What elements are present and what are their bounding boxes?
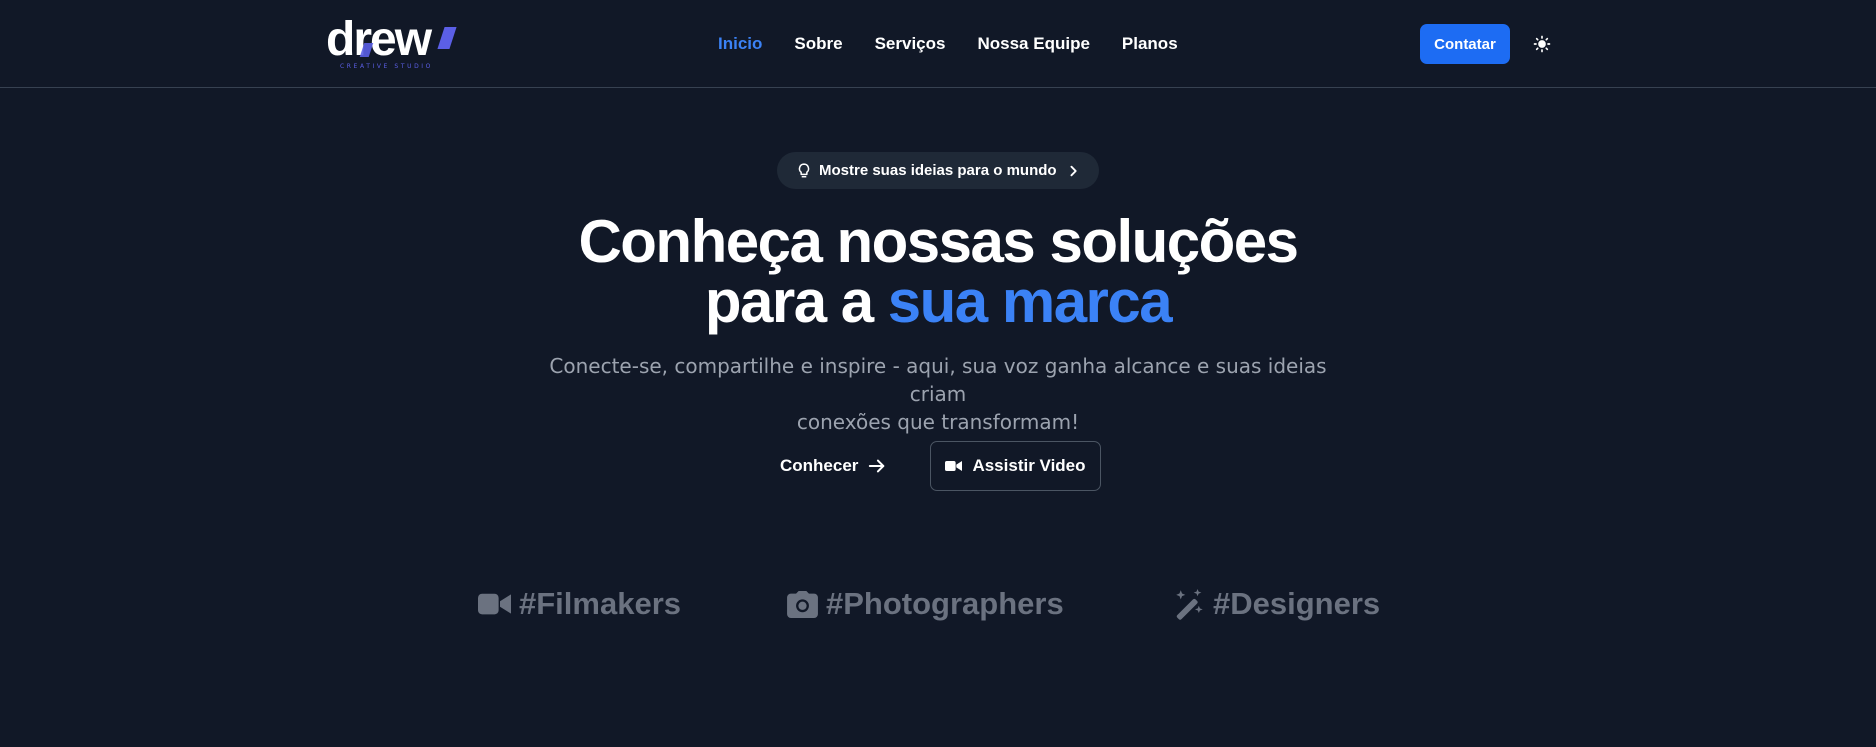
announcement-pill[interactable]: Mostre suas ideias para o mundo [777, 152, 1099, 189]
watch-video-label: Assistir Video [972, 456, 1086, 475]
tag-photographers: #Photographers [787, 584, 1064, 624]
main-nav: Inicio Sobre Serviços Nossa Equipe Plano… [718, 33, 1210, 57]
logo-tagline: CREATIVE STUDIO [340, 63, 434, 70]
theme-toggle-button[interactable] [1530, 32, 1554, 56]
camera-icon [787, 590, 818, 618]
conhecer-label: Conhecer [780, 456, 859, 475]
watch-video-button[interactable]: Assistir Video [930, 441, 1101, 491]
logo-accent-mark [437, 27, 457, 49]
tag-label: #Designers [1213, 586, 1381, 621]
sun-icon [1533, 35, 1551, 53]
nav-item-nossa-equipe[interactable]: Nossa Equipe [977, 33, 1089, 57]
hero-subtitle-line2: conexões que transformam! [796, 410, 1080, 434]
logo-wordmark: drew [326, 13, 432, 66]
hero-title-line1: Conheça nossas soluções [578, 208, 1299, 275]
announcement-text: Mostre suas ideias para o mundo [819, 162, 1057, 179]
tag-label: #Filmakers [519, 586, 681, 621]
lightbulb-icon [798, 162, 810, 177]
nav-item-planos[interactable]: Planos [1122, 33, 1178, 57]
tag-filmakers: #Filmakers [478, 584, 681, 624]
hero-title-line2-plain: para a [704, 268, 874, 335]
nav-item-sobre[interactable]: Sobre [794, 33, 842, 57]
arrow-right-icon [869, 459, 885, 473]
contact-button[interactable]: Contatar [1420, 24, 1510, 64]
tag-designers: #Designers [1172, 584, 1380, 624]
magic-wand-icon [1176, 588, 1203, 620]
nav-item-servicos[interactable]: Serviços [875, 33, 946, 57]
conhecer-button[interactable]: Conhecer [780, 444, 886, 488]
site-header: drew CREATIVE STUDIO Inicio Sobre Serviç… [0, 0, 1876, 88]
hero-title-accent: sua marca [887, 268, 1173, 335]
logo[interactable]: drew CREATIVE STUDIO [326, 13, 457, 74]
video-camera-icon [478, 593, 511, 615]
nav-item-inicio[interactable]: Inicio [718, 33, 762, 57]
hero-title: Conheça nossas soluções para a sua marca [0, 212, 1876, 332]
chevron-right-icon [1069, 165, 1079, 177]
tag-label: #Photographers [826, 586, 1064, 621]
hero-subtitle: Conecte-se, compartilhe e inspire - aqui… [538, 352, 1338, 436]
video-camera-icon [945, 461, 963, 471]
hero-subtitle-line1: Conecte-se, compartilhe e inspire - aqui… [549, 354, 1327, 406]
